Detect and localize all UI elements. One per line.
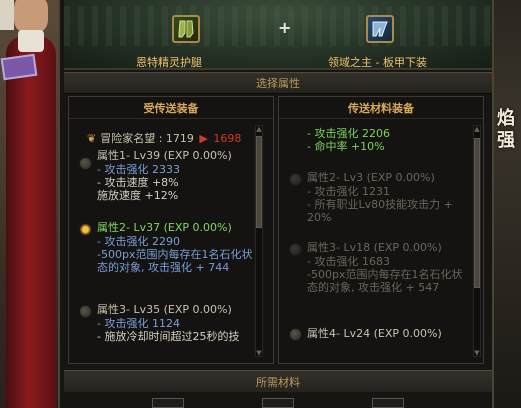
background-character bbox=[0, 0, 62, 408]
attribute-line: - 攻击强化 2206 bbox=[307, 127, 390, 140]
attribute-line: -500px范围内每存在1名石化状态的对象, 攻击强化 + 547 bbox=[307, 268, 463, 294]
material-radio-4[interactable] bbox=[289, 328, 302, 341]
attribute-line: - 攻击强化 2333 bbox=[97, 163, 180, 176]
background-glyph-2: 强 bbox=[497, 130, 515, 151]
material-attribute-title-3: 属性3- Lv18 (EXP 0.00%) bbox=[307, 241, 442, 254]
attribute-title-2: 属性2- Lv37 (EXP 0.00%) bbox=[97, 221, 232, 234]
attribute-line: - 攻击强化 1124 bbox=[97, 317, 180, 330]
plate-legs-icon bbox=[372, 21, 388, 37]
material-attribute-title-2: 属性2- Lv3 (EXP 0.00%) bbox=[307, 171, 435, 184]
fame-new-value: 1698 bbox=[213, 132, 242, 145]
attribute-radio-3[interactable] bbox=[79, 305, 92, 318]
attribute-line: - 攻击强化 2290 bbox=[97, 235, 180, 248]
character-tag bbox=[0, 0, 14, 30]
material-slot-3[interactable] bbox=[372, 398, 404, 408]
material-radio-3[interactable] bbox=[289, 243, 302, 256]
background-right-strip: 焰 强 bbox=[491, 0, 521, 408]
character-head bbox=[14, 0, 48, 34]
scroll-down-icon[interactable]: ▼ bbox=[255, 349, 263, 357]
scroll-thumb[interactable] bbox=[474, 138, 480, 288]
attribute-radio-1[interactable] bbox=[79, 157, 92, 170]
material-slot-1[interactable] bbox=[152, 398, 184, 408]
material-equipment-panel: 传送材料装备 - 攻击强化 2206 - 命中率 +10% 属性2- Lv3 (… bbox=[278, 96, 484, 364]
material-item-slot[interactable] bbox=[366, 15, 394, 43]
attribute-line: - 施放冷却时间超过25秒的技 bbox=[97, 330, 240, 343]
fame-readout: ❦ 冒险家名望 : 1719 ▶ 1698 bbox=[87, 130, 241, 146]
attribute-line: - 攻击速度 +8% bbox=[97, 176, 179, 189]
scroll-down-icon[interactable]: ▼ bbox=[473, 349, 481, 357]
attribute-line: -500px范围内每存在1名石化状态的对象, 攻击强化 + 744 bbox=[97, 248, 253, 274]
greaves-icon bbox=[178, 20, 194, 38]
attribute-line: - 所有职业Lv80技能攻击力 + 20% bbox=[307, 198, 453, 224]
item-banner: + 恩特精灵护腿 领域之主 - 板甲下装 bbox=[64, 0, 492, 70]
attribute-line: - 攻击强化 1683 bbox=[307, 255, 390, 268]
fame-icon: ❦ bbox=[87, 132, 97, 145]
material-panel-title: 传送材料装备 bbox=[279, 97, 483, 119]
scroll-up-icon[interactable]: ▲ bbox=[255, 125, 263, 133]
scroll-up-icon[interactable]: ▲ bbox=[473, 125, 481, 133]
attribute-line: 施放速度 +12% bbox=[97, 189, 179, 202]
material-slot-2[interactable] bbox=[262, 398, 294, 408]
source-item-name: 恩特精灵护腿 bbox=[136, 56, 202, 69]
attribute-radio-2[interactable] bbox=[79, 223, 92, 236]
target-panel-title: 受传送装备 bbox=[69, 97, 273, 119]
attribute-title-3: 属性3- Lv35 (EXP 0.00%) bbox=[97, 303, 232, 316]
fame-arrow-icon: ▶ bbox=[199, 132, 208, 145]
target-panel-scrollbar[interactable]: ▲ ▼ bbox=[255, 125, 263, 357]
scroll-thumb[interactable] bbox=[256, 136, 262, 228]
character-book bbox=[0, 53, 38, 81]
material-attribute-title-4: 属性4- Lv24 (EXP 0.00%) bbox=[307, 327, 442, 340]
target-equipment-panel: 受传送装备 ❦ 冒险家名望 : 1719 ▶ 1698 属性1- Lv39 (EX… bbox=[68, 96, 274, 364]
attribute-title-1: 属性1- Lv39 (EXP 0.00%) bbox=[97, 149, 232, 162]
equipment-transfer-dialog: + 恩特精灵护腿 领域之主 - 板甲下装 选择属性 受传送装备 ❦ 冒险家名望 :… bbox=[58, 0, 494, 408]
character-collar bbox=[18, 30, 44, 52]
select-attribute-header: 选择属性 bbox=[64, 72, 492, 94]
material-item-name: 领域之主 - 板甲下装 bbox=[328, 56, 427, 69]
source-item-slot[interactable] bbox=[172, 15, 200, 43]
plus-symbol: + bbox=[278, 18, 292, 37]
material-panel-scrollbar[interactable]: ▲ ▼ bbox=[473, 125, 481, 357]
character-robe bbox=[6, 36, 56, 408]
required-materials-header: 所需材料 bbox=[64, 370, 492, 392]
fame-label: 冒险家名望 : 1719 bbox=[100, 132, 194, 145]
material-radio-2[interactable] bbox=[289, 173, 302, 186]
attribute-line: - 攻击强化 1231 bbox=[307, 185, 390, 198]
attribute-line: - 命中率 +10% bbox=[307, 140, 385, 153]
